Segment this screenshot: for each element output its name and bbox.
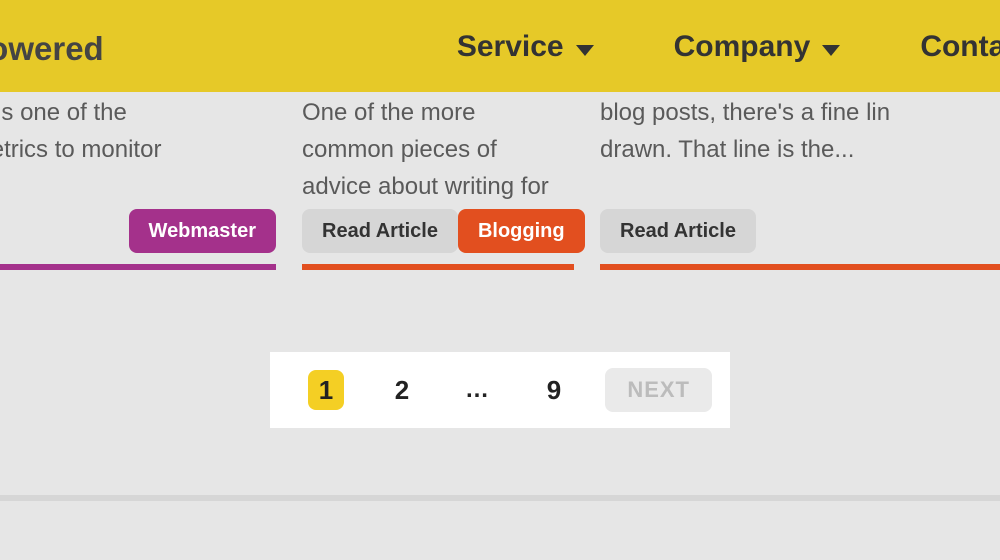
article-card: blog posts, there's a fine lin drawn. Th… <box>600 92 1000 277</box>
article-excerpt: rough rate is one of the ant web metrics… <box>0 94 280 168</box>
category-tag-blogging[interactable]: Blogging <box>458 209 585 253</box>
next-button[interactable]: NEXT <box>605 368 712 412</box>
nav-item-contact[interactable]: Contac <box>920 30 1000 64</box>
page-1[interactable]: 1 <box>308 370 344 410</box>
read-article-button[interactable]: Read Article <box>302 209 458 253</box>
nav-item-service[interactable]: Service <box>457 30 594 64</box>
category-tag-webmaster[interactable]: Webmaster <box>129 209 276 253</box>
nav-label: Service <box>457 30 564 64</box>
article-card: One of the more common pieces of advice … <box>302 92 578 277</box>
nav-label: Contac <box>920 30 1000 64</box>
card-footer: Read Article Blogging <box>302 212 574 270</box>
page-2[interactable]: 2 <box>384 370 420 410</box>
chevron-down-icon <box>822 45 840 56</box>
nav-label: Company <box>674 30 811 64</box>
card-footer: Webmaster <box>0 212 276 270</box>
page-9[interactable]: 9 <box>536 370 572 410</box>
article-cards-row: rough rate is one of the ant web metrics… <box>0 92 1000 277</box>
brand-title: t Powered <box>0 30 104 68</box>
page-ellipsis: … <box>465 376 491 404</box>
read-article-button[interactable]: Read Article <box>600 209 756 253</box>
primary-nav: Service Company Contac <box>457 30 1000 64</box>
article-card: rough rate is one of the ant web metrics… <box>0 92 280 277</box>
article-excerpt: blog posts, there's a fine lin drawn. Th… <box>600 94 1000 168</box>
chevron-down-icon <box>576 45 594 56</box>
pagination: 1 2 … 9 NEXT <box>270 352 730 428</box>
card-footer: Read Article <box>600 212 1000 270</box>
site-header: t Powered Service Company Contac <box>0 0 1000 92</box>
nav-item-company[interactable]: Company <box>674 30 841 64</box>
footer-divider <box>0 495 1000 501</box>
